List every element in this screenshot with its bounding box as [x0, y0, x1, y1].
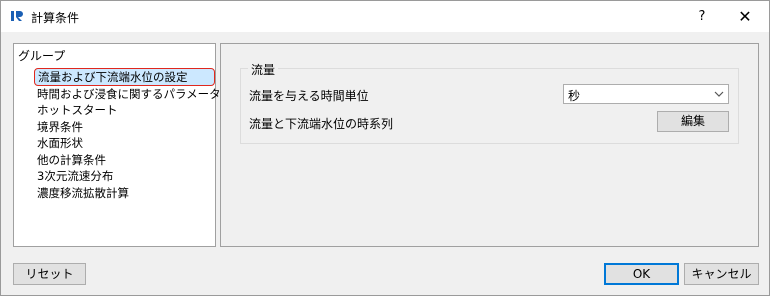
chevron-down-icon: [714, 91, 724, 97]
dialog-window: 計算条件 ? ✕ グループ 流量および下流端水位の設定 時間および浸食に関するパ…: [0, 0, 770, 296]
window-title: 計算条件: [31, 11, 80, 25]
iric-app-icon: [11, 11, 23, 21]
discharge-groupbox-title: 流量: [248, 61, 279, 78]
time-unit-label: 流量を与える時間単位: [249, 89, 369, 103]
group-item-3d-velocity[interactable]: 3次元流速分布: [37, 168, 113, 184]
time-unit-value: 秒: [568, 89, 581, 103]
time-unit-select[interactable]: 秒: [563, 84, 729, 104]
group-item-time-erosion[interactable]: 時間および浸食に関するパラメータ: [37, 86, 221, 102]
group-item-water-surface[interactable]: 水面形状: [37, 135, 83, 151]
group-item-boundary-conditions[interactable]: 境界条件: [37, 119, 83, 135]
cancel-button[interactable]: キャンセル: [684, 263, 759, 285]
series-label: 流量と下流端水位の時系列: [249, 117, 394, 131]
help-button[interactable]: ?: [685, 5, 719, 29]
group-item-other-conditions[interactable]: 他の計算条件: [37, 152, 106, 168]
reset-button[interactable]: リセット: [13, 263, 86, 285]
ok-button[interactable]: OK: [604, 263, 679, 285]
group-list-panel: グループ 流量および下流端水位の設定 時間および浸食に関するパラメータ ホットス…: [13, 43, 221, 247]
group-item-concentration[interactable]: 濃度移流拡散計算: [37, 185, 129, 201]
discharge-groupbox: [240, 68, 739, 144]
edit-button[interactable]: 編集: [657, 111, 729, 132]
settings-panel: 流量 流量を与える時間単位 秒 流量と下流端水位の時系列 編集: [220, 43, 759, 247]
title-bar: 計算条件 ? ✕: [1, 1, 769, 32]
group-list-header: グループ: [18, 49, 66, 63]
group-item-hot-start[interactable]: ホットスタート: [37, 102, 118, 118]
group-item-discharge-settings[interactable]: 流量および下流端水位の設定: [34, 68, 215, 86]
close-button[interactable]: ✕: [725, 5, 765, 29]
